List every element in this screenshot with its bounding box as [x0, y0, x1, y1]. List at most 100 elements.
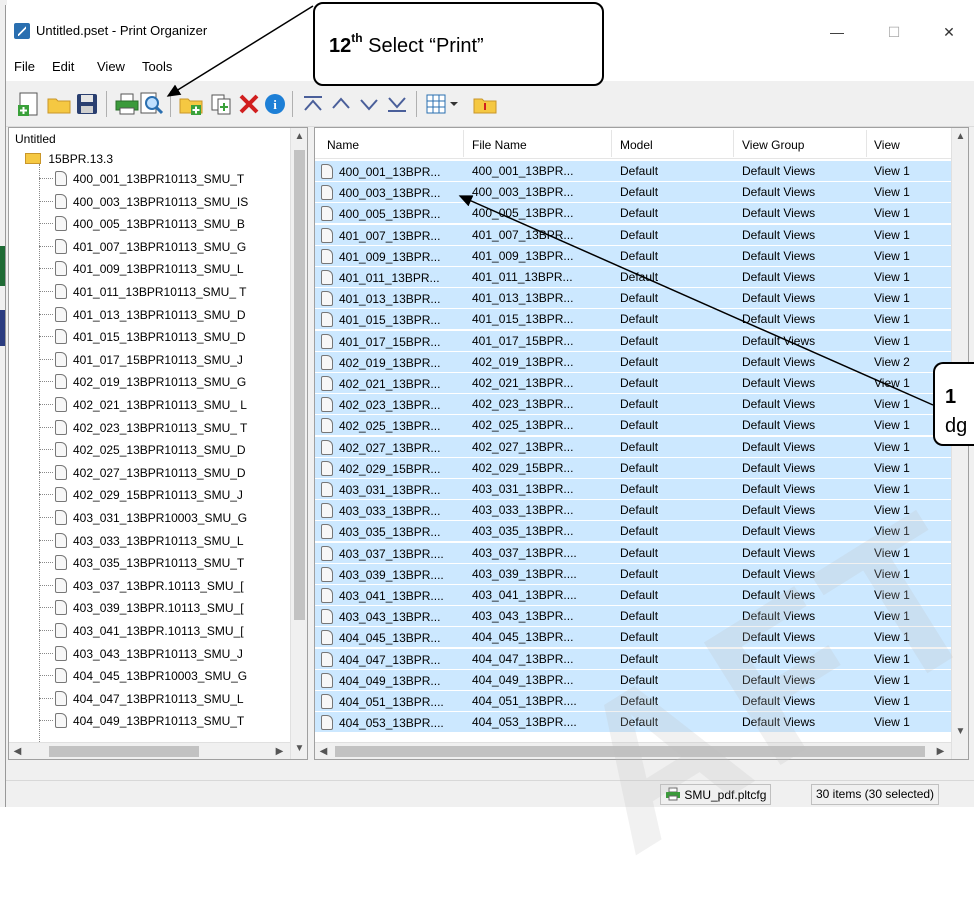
list-row[interactable]: 400_003_13BPR... 400_003_13BPR... Default D… [315, 182, 955, 203]
tree-item[interactable]: 402_025_13BPR10113_SMU_D [39, 439, 287, 459]
tree-item[interactable]: 403_039_13BPR.10113_SMU_[ [39, 597, 287, 617]
scroll-up-arrow-icon[interactable]: ▲ [291, 128, 307, 146]
menu-file[interactable]: File [14, 59, 35, 74]
add-files-icon[interactable] [208, 91, 234, 117]
tree-item[interactable]: 404_045_13BPR10003_SMU_G [39, 665, 287, 685]
list-row[interactable]: 403_035_13BPR... 403_035_13BPR... Default D… [315, 521, 955, 542]
list-row[interactable]: 404_053_13BPR.... 404_053_13BPR.... Defaul… [315, 712, 955, 733]
move-down-icon[interactable] [356, 91, 382, 117]
scroll-right-arrow-icon[interactable]: ▶ [271, 743, 288, 759]
print-icon[interactable] [114, 91, 140, 117]
column-header-model[interactable]: Model [620, 138, 653, 152]
column-header-view[interactable]: View [874, 138, 900, 152]
tree-item[interactable]: 400_005_13BPR10113_SMU_B [39, 213, 287, 233]
open-icon[interactable] [46, 91, 72, 117]
scroll-right-arrow-icon[interactable]: ▶ [932, 743, 949, 759]
scroll-left-arrow-icon[interactable]: ◀ [315, 743, 332, 759]
properties-icon[interactable]: i [262, 91, 288, 117]
scroll-left-arrow-icon[interactable]: ◀ [9, 743, 26, 759]
list-row[interactable]: 404_047_13BPR... 404_047_13BPR... Default D… [315, 648, 955, 669]
list-row[interactable]: 402_027_13BPR... 402_027_13BPR... Default D… [315, 436, 955, 457]
sheet-list[interactable]: Name File Name Model View Group View 400… [314, 127, 969, 760]
move-bottom-icon[interactable] [384, 91, 410, 117]
list-row[interactable]: 403_043_13BPR... 403_043_13BPR... Default D… [315, 606, 955, 627]
save-icon[interactable] [74, 91, 100, 117]
preview-icon[interactable] [138, 91, 164, 117]
tree-item[interactable]: 404_049_13BPR10113_SMU_T [39, 710, 287, 730]
tree-horizontal-scrollbar[interactable]: ◀ ▶ [9, 742, 290, 759]
scroll-thumb[interactable] [335, 746, 925, 757]
tree-item[interactable]: 402_027_13BPR10113_SMU_D [39, 462, 287, 482]
list-row[interactable]: 402_023_13BPR... 402_023_13BPR... Default D… [315, 394, 955, 415]
list-row[interactable]: 401_015_13BPR... 401_015_13BPR... Default D… [315, 309, 955, 330]
tree-item[interactable]: 402_021_13BPR10113_SMU_ L [39, 394, 287, 414]
scroll-up-arrow-icon[interactable]: ▲ [952, 128, 968, 146]
maximize-button[interactable]: ☐ [871, 17, 917, 47]
tree-item[interactable]: 401_007_13BPR10113_SMU_G [39, 236, 287, 256]
delete-icon[interactable] [236, 91, 262, 117]
list-row[interactable]: 400_005_13BPR... 400_005_13BPR... Default D… [315, 203, 955, 224]
tree-item[interactable]: 400_003_13BPR10113_SMU_IS [39, 191, 287, 211]
tree-item[interactable]: 403_037_13BPR.10113_SMU_[ [39, 575, 287, 595]
list-row[interactable]: 401_009_13BPR... 401_009_13BPR... Default D… [315, 245, 955, 266]
list-row[interactable]: 403_033_13BPR... 403_033_13BPR... Default D… [315, 500, 955, 521]
close-button[interactable]: ✕ [926, 17, 972, 47]
scroll-thumb[interactable] [294, 150, 305, 620]
list-row[interactable]: 404_045_13BPR... 404_045_13BPR... Default D… [315, 627, 955, 648]
menu-edit[interactable]: Edit [52, 59, 74, 74]
help-icon[interactable] [472, 91, 498, 117]
tree-item[interactable]: 400_001_13BPR10113_SMU_T [39, 168, 287, 188]
tree-item[interactable]: 403_035_13BPR10113_SMU_T [39, 552, 287, 572]
column-divider[interactable] [733, 130, 734, 157]
tree-item[interactable]: 401_009_13BPR10113_SMU_L [39, 258, 287, 278]
list-row[interactable]: 401_007_13BPR... 401_007_13BPR... Default D… [315, 224, 955, 245]
tree-item[interactable]: 401_011_13BPR10113_SMU_ T [39, 281, 287, 301]
menu-tools[interactable]: Tools [142, 59, 172, 74]
tree-item[interactable]: 404_047_13BPR10113_SMU_L [39, 688, 287, 708]
list-horizontal-scrollbar[interactable]: ◀ ▶ [315, 742, 951, 759]
tree-item[interactable]: 402_019_13BPR10113_SMU_G [39, 371, 287, 391]
tree-item[interactable]: 403_031_13BPR10003_SMU_G [39, 507, 287, 527]
add-folder-icon[interactable] [178, 91, 204, 117]
list-row[interactable]: 401_017_15BPR... 401_017_15BPR... Default D… [315, 330, 955, 351]
columns-icon[interactable] [424, 91, 460, 117]
list-row[interactable]: 402_025_13BPR... 402_025_13BPR... Default D… [315, 415, 955, 436]
column-header-name[interactable]: Name [327, 138, 359, 152]
list-row[interactable]: 402_021_13BPR... 402_021_13BPR... Default D… [315, 373, 955, 393]
column-header-view-group[interactable]: View Group [742, 138, 804, 152]
menu-view[interactable]: View [97, 59, 125, 74]
scroll-down-arrow-icon[interactable]: ▼ [291, 740, 307, 758]
scroll-thumb[interactable] [49, 746, 199, 757]
new-icon[interactable] [16, 91, 42, 117]
list-row[interactable]: 404_051_13BPR.... 404_051_13BPR.... Defaul… [315, 691, 955, 711]
move-up-icon[interactable] [328, 91, 354, 117]
column-divider[interactable] [611, 130, 612, 157]
tree-vertical-scrollbar[interactable]: ▲ ▼ [290, 128, 307, 759]
list-row[interactable]: 401_013_13BPR... 401_013_13BPR... Default D… [315, 288, 955, 309]
tree-root[interactable]: Untitled [15, 132, 56, 146]
tree-item[interactable]: 403_043_13BPR10113_SMU_J [39, 643, 287, 663]
move-top-icon[interactable] [300, 91, 326, 117]
list-row[interactable]: 403_041_13BPR.... 403_041_13BPR.... Defaul… [315, 585, 955, 605]
project-tree[interactable]: Untitled 15BPR.13.3 400_001_13BPR10113_S… [8, 127, 308, 760]
column-header-file-name[interactable]: File Name [472, 138, 527, 152]
list-row[interactable]: 401_011_13BPR... 401_011_13BPR... Default D… [315, 267, 955, 287]
tree-item[interactable]: 403_033_13BPR10113_SMU_L [39, 530, 287, 550]
list-row[interactable]: 402_019_13BPR... 402_019_13BPR... Default D… [315, 351, 955, 372]
minimize-button[interactable]: — [814, 17, 860, 47]
list-row[interactable]: 403_031_13BPR... 403_031_13BPR... Default D… [315, 479, 955, 499]
tree-item[interactable]: 402_023_13BPR10113_SMU_ T [39, 417, 287, 437]
tree-item[interactable]: 403_041_13BPR.10113_SMU_[ [39, 620, 287, 640]
list-row[interactable]: 400_001_13BPR... 400_001_13BPR... Default D… [315, 161, 955, 181]
scroll-down-arrow-icon[interactable]: ▼ [952, 723, 968, 741]
list-row[interactable]: 403_039_13BPR.... 403_039_13BPR.... Defaul… [315, 563, 955, 584]
list-row[interactable]: 403_037_13BPR.... 403_037_13BPR.... Defaul… [315, 542, 955, 563]
list-row[interactable]: 402_029_15BPR... 402_029_15BPR... Default D… [315, 457, 955, 478]
tree-item[interactable]: 401_015_13BPR10113_SMU_D [39, 326, 287, 346]
list-row[interactable]: 404_049_13BPR... 404_049_13BPR... Default D… [315, 669, 955, 690]
tree-item[interactable]: 401_013_13BPR10113_SMU_D [39, 304, 287, 324]
column-divider[interactable] [463, 130, 464, 157]
tree-item[interactable]: 401_017_15BPR10113_SMU_J [39, 349, 287, 369]
status-print-config[interactable]: SMU_pdf.pltcfg [660, 784, 772, 805]
column-divider[interactable] [866, 130, 867, 157]
